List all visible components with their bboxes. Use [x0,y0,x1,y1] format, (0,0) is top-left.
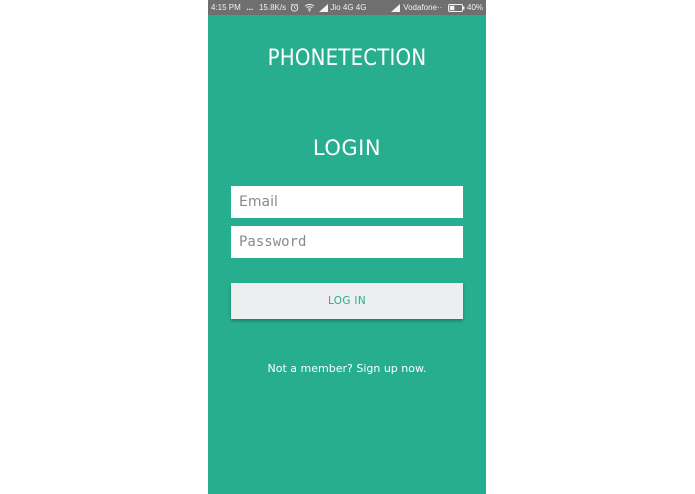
app-title: PHONETECTION [267,46,427,71]
alarm-icon [290,3,299,12]
phone-screen: 4:15 PM ... 15.8K/s Jio 4G 4G Vodafone ·… [208,0,486,494]
wifi-icon [304,3,315,12]
signal-icon [318,3,328,12]
email-field[interactable] [231,186,463,218]
status-carrier-2: Vodafone [403,3,438,12]
status-dots: ... [246,3,254,12]
signal-icon [391,3,401,12]
password-field[interactable] [231,226,463,258]
signup-link[interactable]: Not a member? Sign up now. [208,362,486,375]
status-carrier-2-suffix: ·· [437,3,443,12]
status-carrier-1: Jio 4G 4G [330,3,367,12]
status-bar: 4:15 PM ... 15.8K/s Jio 4G 4G Vodafone ·… [208,0,486,15]
status-net-speed: 15.8K/s [258,3,287,12]
login-button[interactable]: LOG IN [231,283,463,319]
page-title: LOGIN [312,136,382,160]
battery-icon [448,3,465,12]
status-battery: 40% [467,3,484,12]
status-time: 4:15 PM [211,3,241,12]
